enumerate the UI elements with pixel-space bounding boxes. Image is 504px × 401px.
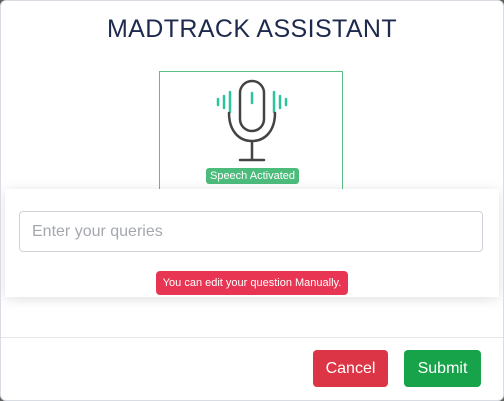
- submit-button[interactable]: Submit: [404, 350, 481, 387]
- sound-wave-left-icon: [216, 90, 232, 114]
- footer-divider: [1, 337, 503, 338]
- sound-wave-right-icon: [272, 90, 288, 114]
- edit-hint-badge: You can edit your question Manually.: [156, 271, 348, 295]
- modal-title: MADTRACK ASSISTANT: [106, 15, 398, 43]
- query-card: You can edit your question Manually.: [5, 189, 499, 297]
- assistant-modal: MADTRACK ASSISTANT Speech Activated Ente…: [0, 0, 504, 401]
- cancel-button[interactable]: Cancel: [313, 350, 388, 387]
- query-input[interactable]: [19, 211, 483, 252]
- microphone-icon: [216, 79, 288, 162]
- speech-status-badge: Speech Activated: [206, 168, 299, 184]
- speech-panel[interactable]: Speech Activated: [159, 71, 343, 192]
